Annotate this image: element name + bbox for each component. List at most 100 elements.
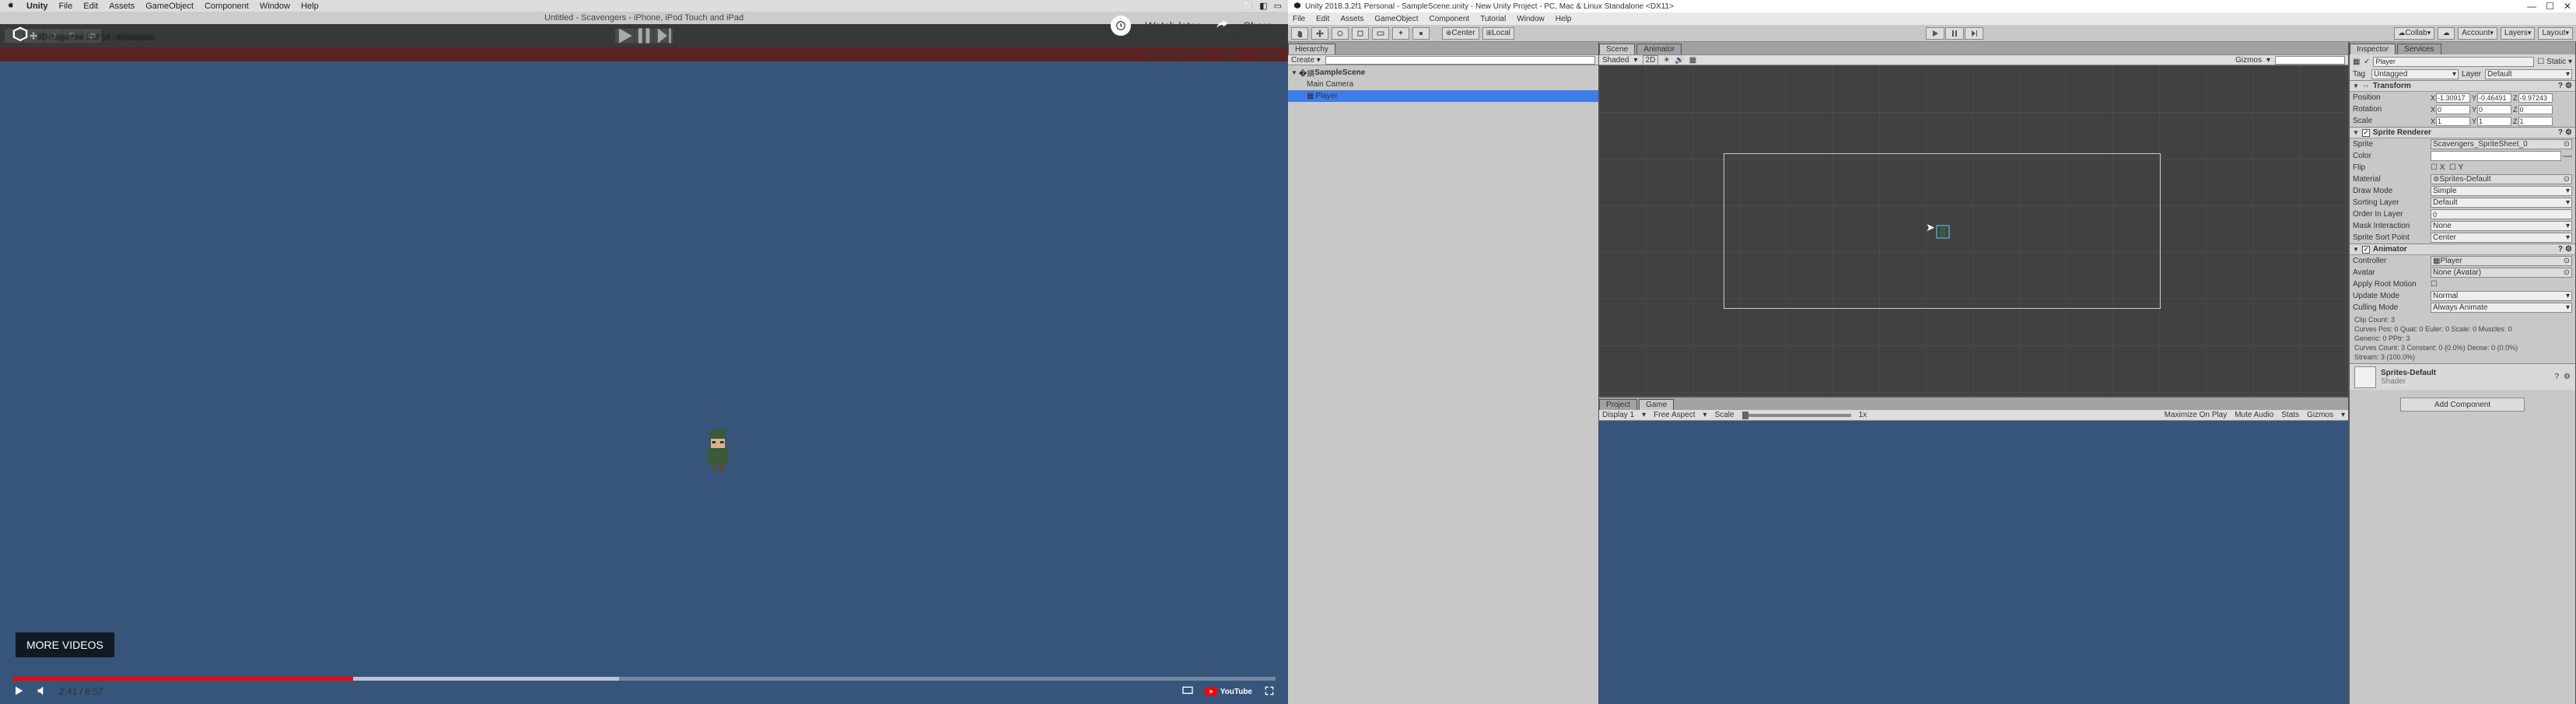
play-button[interactable] bbox=[1926, 27, 1944, 40]
pivot-local-toggle[interactable]: ⊞ Local bbox=[1482, 27, 1514, 40]
lighting-toggle[interactable]: ☀ bbox=[1663, 56, 1670, 65]
help-icon[interactable]: ? bbox=[2554, 373, 2559, 381]
display-dropdown[interactable]: Display 1 bbox=[1602, 411, 1634, 419]
rotate-tool[interactable] bbox=[1332, 27, 1349, 40]
gear-icon[interactable]: ⚙ bbox=[2564, 373, 2571, 381]
mac-app-name[interactable]: Unity bbox=[26, 2, 48, 11]
scene-view[interactable]: ➤ bbox=[1599, 65, 2348, 396]
video-viewport[interactable]: MORE VIDEOS 2:41 / 8:57 YouTube bbox=[0, 61, 1288, 704]
maximize-on-play[interactable]: Maximize on Play bbox=[1146, 51, 1206, 59]
draw-mode-dropdown[interactable]: Simple▾ bbox=[2431, 186, 2572, 196]
gizmos-toggle[interactable]: Gizmos bbox=[1255, 51, 1282, 59]
flip-x-checkbox[interactable]: ☐ X bbox=[2431, 163, 2445, 172]
menu-window[interactable]: Window bbox=[1517, 15, 1545, 23]
wifi-icon[interactable]: ⚪ bbox=[1242, 1, 1253, 11]
gameobject-active-checkbox[interactable]: ✓ bbox=[2364, 58, 2370, 66]
mute-audio[interactable]: Mute Audio bbox=[2235, 411, 2273, 419]
mac-menu-component[interactable]: Component bbox=[205, 2, 249, 11]
mac-menu-window[interactable]: Window bbox=[260, 2, 290, 11]
position-x[interactable] bbox=[2436, 93, 2470, 103]
scale-tool[interactable] bbox=[1352, 27, 1369, 40]
pause-button[interactable] bbox=[1945, 27, 1964, 40]
step-button[interactable] bbox=[654, 29, 673, 43]
mac-menu-help[interactable]: Help bbox=[301, 2, 319, 11]
cloud-icon[interactable]: ☁ bbox=[2438, 27, 2455, 40]
move-tool[interactable] bbox=[1311, 27, 1328, 40]
layout-dropdown[interactable]: Layout ▾ bbox=[2538, 27, 2573, 40]
custom-tool[interactable] bbox=[1412, 27, 1430, 40]
stats-toggle[interactable]: Stats bbox=[1222, 51, 1240, 59]
scene-search[interactable] bbox=[2275, 56, 2345, 65]
cast-icon[interactable] bbox=[1181, 685, 1194, 699]
mac-menu-file[interactable]: File bbox=[59, 2, 73, 11]
color-field[interactable] bbox=[2431, 151, 2561, 161]
account-dropdown[interactable]: Account ▾ bbox=[2458, 27, 2497, 40]
rotation-y[interactable] bbox=[2477, 105, 2511, 114]
clock-icon[interactable] bbox=[1111, 16, 1131, 36]
menu-gameobject[interactable]: GameObject bbox=[1374, 15, 1418, 23]
root-motion-checkbox[interactable]: ☐ bbox=[2431, 280, 2438, 289]
create-dropdown[interactable]: Create ▾ bbox=[1291, 56, 1321, 65]
menu-tutorial[interactable]: Tutorial bbox=[1480, 15, 1506, 23]
hierarchy-search[interactable] bbox=[1325, 56, 1595, 65]
menu-component[interactable]: Component bbox=[1430, 15, 1470, 23]
game-view[interactable] bbox=[1599, 421, 2348, 704]
tab-project[interactable]: Project bbox=[1599, 399, 1637, 410]
mask-dropdown[interactable]: None▾ bbox=[2431, 221, 2572, 231]
layer-dropdown[interactable]: Default▾ bbox=[2485, 69, 2572, 79]
material-slot[interactable]: Sprites-Default Shader ? ⚙ bbox=[2350, 363, 2575, 390]
step-button[interactable] bbox=[1965, 27, 1983, 40]
share-icon[interactable] bbox=[1214, 17, 1230, 35]
rotation-z[interactable] bbox=[2518, 105, 2553, 114]
menu-help[interactable]: Help bbox=[1556, 15, 1572, 23]
position-y[interactable] bbox=[2477, 93, 2511, 103]
help-icon[interactable]: ? bbox=[2558, 82, 2563, 90]
mac-menu-edit[interactable]: Edit bbox=[83, 2, 98, 11]
tag-dropdown[interactable]: Untagged▾ bbox=[2371, 69, 2459, 79]
gizmos-dropdown[interactable]: Gizmos bbox=[2235, 56, 2262, 65]
tab-hierarchy[interactable]: Hierarchy bbox=[1288, 44, 1335, 54]
video-scrubber[interactable] bbox=[12, 677, 1276, 681]
apple-icon[interactable] bbox=[6, 0, 16, 12]
order-field[interactable] bbox=[2431, 209, 2572, 219]
scene-player-sprite[interactable] bbox=[1935, 224, 1951, 240]
close-button[interactable]: ✕ bbox=[2564, 1, 2571, 12]
2d-toggle[interactable]: 2D bbox=[1643, 55, 1659, 65]
fx-toggle[interactable]: ▦ bbox=[1689, 56, 1696, 65]
sound-icon[interactable]: ◧ bbox=[1259, 1, 1267, 11]
material-field[interactable]: ⊚Sprites-Default⊙ bbox=[2431, 174, 2572, 184]
minimize-button[interactable]: — bbox=[2527, 1, 2536, 12]
tab-animator[interactable]: Animator bbox=[1636, 44, 1682, 54]
culling-mode-dropdown[interactable]: Always Animate▾ bbox=[2431, 303, 2572, 313]
avatar-field[interactable]: None (Avatar)⊙ bbox=[2431, 268, 2572, 278]
gameobject-name-field[interactable] bbox=[2373, 57, 2534, 67]
help-icon[interactable]: ? bbox=[2558, 245, 2563, 254]
tab-game[interactable]: Game bbox=[1639, 399, 1674, 410]
sprite-renderer-enabled[interactable]: ✓ bbox=[2362, 129, 2370, 137]
menu-edit[interactable]: Edit bbox=[1316, 15, 1329, 23]
animator-enabled[interactable]: ✓ bbox=[2362, 246, 2370, 254]
menu-file[interactable]: File bbox=[1293, 15, 1305, 23]
maximize-on-play[interactable]: Maximize On Play bbox=[2165, 411, 2228, 419]
watch-later-button[interactable]: Watch later bbox=[1145, 19, 1199, 32]
rotation-x[interactable] bbox=[2436, 105, 2470, 114]
volume-icon[interactable] bbox=[36, 685, 48, 699]
video-play-button[interactable] bbox=[12, 685, 25, 699]
share-button[interactable]: Share bbox=[1244, 19, 1272, 32]
tab-services[interactable]: Services bbox=[2397, 44, 2441, 54]
menu-assets[interactable]: Assets bbox=[1340, 15, 1363, 23]
controller-field[interactable]: ▦Player⊙ bbox=[2431, 256, 2572, 266]
color-picker-icon[interactable] bbox=[2563, 156, 2572, 157]
gear-icon[interactable]: ⚙ bbox=[2565, 82, 2572, 90]
mac-menu-gameobject[interactable]: GameObject bbox=[145, 2, 194, 11]
gizmos-dropdown[interactable]: Gizmos bbox=[2307, 411, 2333, 419]
more-videos-button[interactable]: MORE VIDEOS bbox=[16, 632, 114, 657]
scale-x[interactable] bbox=[2436, 117, 2470, 126]
gear-icon[interactable]: ⚙ bbox=[2565, 128, 2572, 137]
play-button[interactable] bbox=[615, 29, 634, 43]
aspect-dropdown[interactable]: Free Aspect bbox=[1654, 411, 1695, 419]
tab-inspector[interactable]: Inspector bbox=[2350, 44, 2396, 54]
layers-dropdown[interactable]: Layers ▾ bbox=[2501, 27, 2536, 40]
battery-icon[interactable]: ▭ bbox=[1274, 1, 1282, 11]
hierarchy-scene-row[interactable]: ▼�績SampleScene bbox=[1288, 67, 1598, 79]
